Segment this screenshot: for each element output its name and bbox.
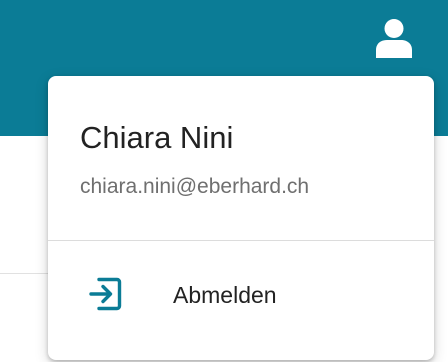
user-menu-dropdown: Chiara Nini chiara.nini@eberhard.ch Abme… — [48, 76, 434, 360]
user-name: Chiara Nini — [80, 120, 234, 155]
logout-menu-item[interactable]: Abmelden — [48, 241, 434, 360]
user-icon[interactable] — [375, 18, 413, 58]
user-email: chiara.nini@eberhard.ch — [80, 175, 310, 198]
user-icon-head — [384, 19, 404, 38]
page-divider — [0, 273, 48, 274]
logout-icon — [88, 277, 122, 311]
user-icon-body — [376, 40, 412, 58]
logout-label: Abmelden — [173, 282, 277, 308]
